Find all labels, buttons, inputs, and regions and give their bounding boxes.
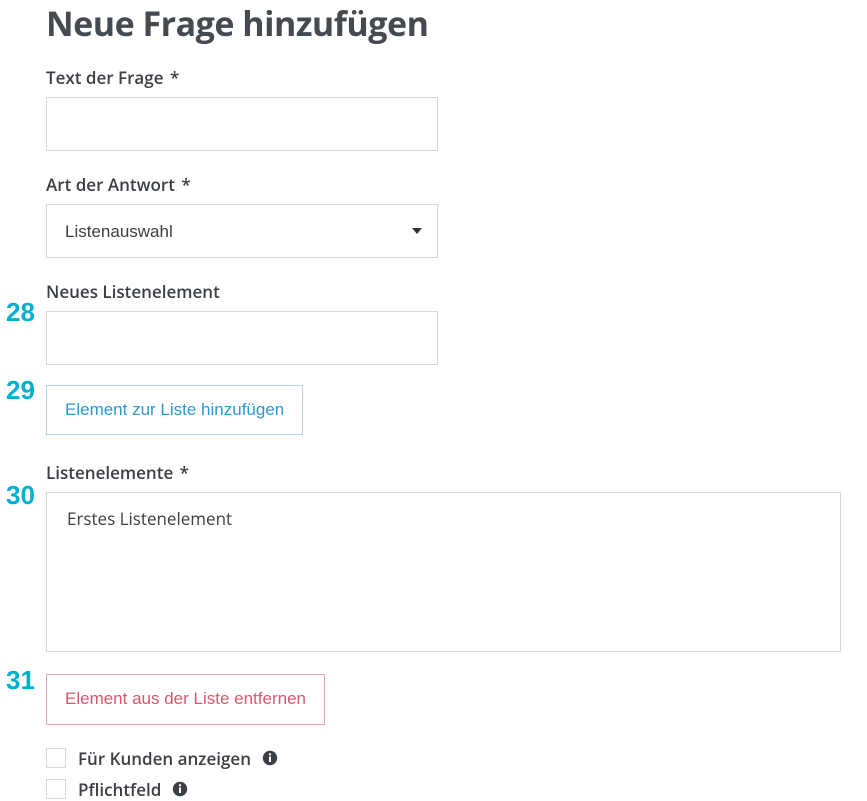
annotation-marker-30: 30 — [6, 480, 35, 511]
mandatory-label: Pflichtfeld — [78, 778, 161, 801]
remove-element-row: Element aus der Liste entfernen — [46, 674, 867, 724]
annotation-marker-28: 28 — [6, 297, 35, 328]
list-item[interactable]: Erstes Listenelement — [47, 493, 840, 544]
mandatory-checkbox[interactable] — [46, 779, 66, 799]
answer-type-select[interactable]: Listenauswahl — [46, 204, 438, 258]
page-title: Neue Frage hinzufügen — [46, 0, 867, 46]
label-text: Text der Frage — [46, 66, 164, 89]
list-elements-group: Listenelemente * Erstes Listenelement — [46, 461, 867, 652]
required-mark: * — [181, 173, 190, 196]
list-elements-label: Listenelemente * — [46, 461, 867, 484]
label-text: Listenelemente — [46, 461, 173, 484]
show-customers-checkbox[interactable] — [46, 748, 66, 768]
answer-type-select-wrap[interactable]: Listenauswahl — [46, 204, 438, 258]
required-mark: * — [180, 461, 189, 484]
question-text-group: Text der Frage * — [46, 66, 867, 151]
question-text-label: Text der Frage * — [46, 66, 867, 89]
required-mark: * — [170, 66, 179, 89]
show-customers-label: Für Kunden anzeigen — [78, 747, 251, 770]
show-customers-row: Für Kunden anzeigen — [46, 747, 867, 770]
answer-type-group: Art der Antwort * Listenauswahl — [46, 173, 867, 258]
new-list-element-input[interactable] — [46, 311, 438, 365]
remove-element-button[interactable]: Element aus der Liste entfernen — [46, 674, 325, 724]
question-text-input[interactable] — [46, 97, 438, 151]
new-list-element-group: Neues Listenelement — [46, 280, 867, 365]
add-element-row: Element zur Liste hinzufügen — [46, 385, 867, 435]
add-element-button[interactable]: Element zur Liste hinzufügen — [46, 385, 303, 435]
annotation-marker-31: 31 — [6, 665, 35, 696]
new-list-element-label: Neues Listenelement — [46, 280, 867, 303]
annotation-marker-29: 29 — [6, 375, 35, 406]
answer-type-label: Art der Antwort * — [46, 173, 867, 196]
label-text: Neues Listenelement — [46, 280, 220, 303]
mandatory-row: Pflichtfeld — [46, 778, 867, 801]
label-text: Art der Antwort — [46, 173, 175, 196]
list-elements-listbox[interactable]: Erstes Listenelement — [46, 492, 841, 652]
info-icon[interactable] — [261, 749, 279, 767]
